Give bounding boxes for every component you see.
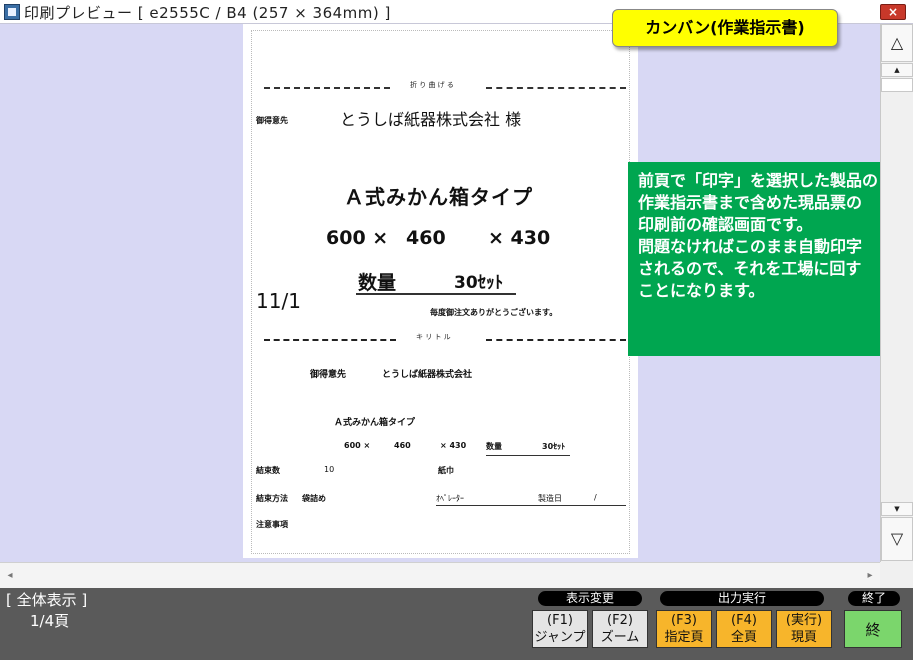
product-name: Ａ式みかん箱タイプ: [344, 185, 533, 209]
bundle-method-value: 袋詰め: [302, 494, 326, 503]
customer-label: 御得意先: [256, 116, 288, 125]
cut-line: キ リ ト ル: [264, 333, 626, 345]
note-line: 作業指示書まで含めた現品票の: [638, 193, 863, 212]
vertical-scrollbar[interactable]: △ ▲ ▼ ▽: [880, 24, 913, 562]
bundle-material: 紙巾: [438, 466, 454, 475]
manufacture-date-separator: /: [594, 493, 597, 502]
cut-line-label: キ リ ト ル: [416, 333, 451, 341]
zoom-key: (F2): [607, 613, 633, 628]
scroll-to-bottom-button[interactable]: ▽: [881, 517, 913, 561]
stub-quantity-value: 30ｾｯﾄ: [542, 442, 566, 451]
note-line: 前頁で「印字」を選択した製品の: [638, 171, 879, 190]
print-current-key: (実行): [785, 613, 823, 628]
print-all-pages-button[interactable]: (F4) 全頁: [716, 610, 772, 648]
manufacture-date-label: 製造日: [538, 494, 562, 503]
quantity-value: 30ｾｯﾄ: [454, 273, 504, 293]
app-icon: [4, 4, 20, 20]
jump-label: ジャンプ: [534, 630, 586, 645]
operator-underline: [436, 505, 626, 506]
note-line: ことになります。: [638, 281, 765, 300]
print-all-key: (F4): [731, 613, 757, 628]
view-mode-label: [ 全体表示 ]: [6, 591, 88, 609]
stub-product-name: Ａ式みかん箱タイプ: [334, 418, 416, 428]
date-text: 11/1: [256, 289, 301, 313]
quantity-label: 数量: [358, 272, 397, 294]
page-margin-outline: 折 り 曲 げ る 御得意先 とうしば紙器株式会社 様 Ａ式みかん箱タイプ 60…: [251, 30, 630, 554]
notes-label: 注意事項: [256, 520, 288, 529]
note-line: 問題なければこのまま自動印字: [638, 237, 863, 256]
zoom-label: ズーム: [600, 630, 640, 645]
scroll-left-button[interactable]: ◂: [2, 563, 18, 588]
scroll-up-button[interactable]: ▲: [881, 63, 913, 77]
bundle-method-label: 結束方法: [256, 494, 288, 503]
bundle-count-label: 結束数: [256, 466, 280, 475]
fold-line-label: 折 り 曲 げ る: [410, 81, 454, 89]
note-line: 印刷前の確認画面です。: [638, 215, 813, 234]
note-line: されるので、それを工場に回す: [638, 259, 862, 278]
bundle-count-value: 10: [324, 465, 335, 474]
stub-dimension-height: × 430: [440, 441, 467, 450]
print-current-page-button[interactable]: (実行) 現頁: [776, 610, 832, 648]
output-group-label: 出力実行: [660, 591, 824, 606]
stub-customer-label: 御得意先: [310, 370, 347, 380]
scroll-right-button[interactable]: ▸: [862, 563, 878, 588]
operator-label: ｵﾍﾟﾚｰﾀｰ: [436, 494, 464, 503]
jump-button[interactable]: (F1) ジャンプ: [532, 610, 588, 648]
scroll-thumb[interactable]: [881, 78, 913, 92]
bottom-toolbar: [ 全体表示 ] 1/4頁 表示変更 出力実行 終了 (F1) ジャンプ (F2…: [0, 588, 913, 660]
scroll-down-button[interactable]: ▼: [881, 502, 913, 516]
close-button[interactable]: ×: [880, 4, 906, 20]
print-all-label: 全頁: [730, 630, 757, 645]
stub-dimension-width: 600 ×: [344, 441, 371, 450]
preview-page: 折 り 曲 げ る 御得意先 とうしば紙器株式会社 様 Ａ式みかん箱タイプ 60…: [243, 24, 638, 558]
zoom-button[interactable]: (F2) ズーム: [592, 610, 648, 648]
window-title: 印刷プレビュー [ e2555C / B4 (257 × 364mm) ]: [24, 4, 391, 22]
stub-quantity-label: 数量: [486, 442, 502, 451]
print-specified-pages-button[interactable]: (F3) 指定頁: [656, 610, 712, 648]
print-specified-label: 指定頁: [664, 630, 704, 645]
quantity-underline: [356, 293, 516, 295]
exit-button[interactable]: 終: [844, 610, 902, 648]
print-specified-key: (F3): [671, 613, 697, 628]
kanban-callout: カンバン(作業指示書): [612, 9, 838, 47]
horizontal-scrollbar[interactable]: ◂ ▸: [0, 562, 880, 588]
stub-customer-name: とうしば紙器株式会社: [382, 370, 473, 380]
dimension-height: × 430: [488, 227, 551, 249]
thanks-message: 毎度御注文ありがとうございます。: [430, 308, 558, 317]
scroll-to-top-button[interactable]: △: [881, 24, 913, 62]
stub-dimension-depth: 460: [394, 441, 411, 450]
display-group-label: 表示変更: [538, 591, 642, 606]
scrollbar-corner: [880, 562, 913, 588]
fold-line: 折 り 曲 げ る: [264, 81, 626, 93]
explanation-note: 前頁で「印字」を選択した製品の 作業指示書まで含めた現品票の 印刷前の確認画面で…: [628, 162, 908, 356]
exit-group-label: 終了: [848, 591, 900, 606]
dimension-depth: 460: [406, 227, 446, 249]
dimension-width: 600 ×: [326, 227, 389, 249]
customer-name: とうしば紙器株式会社 様: [340, 110, 522, 129]
jump-key: (F1): [547, 613, 573, 628]
stub-quantity-underline: [486, 455, 570, 456]
page-indicator: 1/4頁: [30, 612, 70, 630]
print-current-label: 現頁: [790, 630, 817, 645]
